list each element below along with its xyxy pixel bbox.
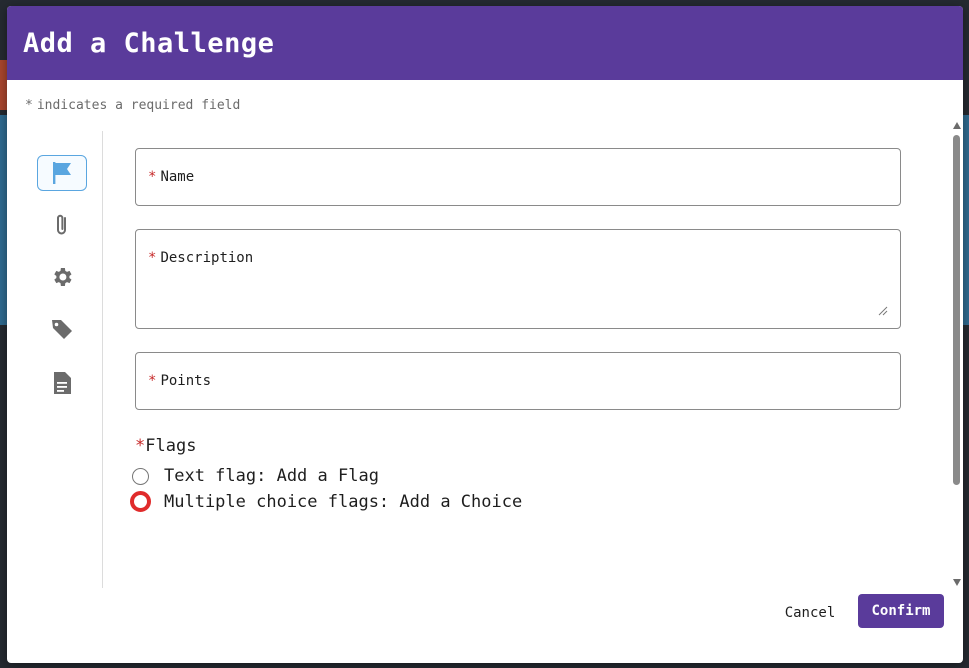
multiple-choice-flag-label: Multiple choice flags: Add a Choice	[164, 491, 523, 512]
dialog-header: Add a Challenge	[7, 6, 963, 80]
multiple-choice-flag-option[interactable]: Multiple choice flags: Add a Choice	[130, 491, 523, 512]
document-icon	[54, 372, 71, 394]
description-field[interactable]: * Description	[135, 229, 901, 329]
name-label: * Name	[148, 169, 195, 185]
flags-title: *Flags	[135, 436, 197, 456]
required-marker: *	[148, 373, 157, 389]
confirm-button[interactable]: Confirm	[858, 594, 944, 628]
points-label: * Points	[148, 373, 212, 389]
required-note-text: indicates a required field	[36, 98, 241, 113]
nav-item-details[interactable]	[37, 365, 87, 401]
gear-icon	[54, 268, 72, 286]
required-marker: *	[148, 169, 157, 185]
cancel-button[interactable]: Cancel	[777, 598, 843, 628]
scrollbar[interactable]	[951, 119, 963, 589]
flags-section: *Flags Text flag: Add a Flag Multiple ch…	[130, 436, 522, 512]
text-flag-option[interactable]: Text flag: Add a Flag	[132, 466, 379, 486]
flag-icon	[53, 162, 71, 184]
tag-icon	[52, 320, 72, 339]
multiple-choice-flag-radio[interactable]	[130, 491, 151, 512]
name-field[interactable]: * Name	[135, 148, 901, 206]
scrollbar-thumb[interactable]	[953, 135, 960, 485]
resize-handle-icon[interactable]	[878, 306, 888, 316]
add-challenge-dialog: Add a Challenge * indicates a required fi…	[7, 6, 963, 663]
required-field-note: * indicates a required field	[25, 98, 240, 113]
scroll-up-arrow-icon[interactable]	[953, 122, 961, 129]
text-flag-label: Text flag: Add a Flag	[164, 466, 379, 486]
scroll-down-arrow-icon[interactable]	[953, 579, 961, 586]
required-marker: *	[148, 250, 157, 266]
nav-item-settings[interactable]	[37, 259, 87, 295]
points-field[interactable]: * Points	[135, 352, 901, 410]
section-nav	[25, 131, 103, 588]
required-marker: *	[135, 436, 146, 456]
required-marker: *	[25, 98, 33, 113]
paperclip-icon	[57, 214, 66, 235]
nav-item-flags[interactable]	[37, 155, 87, 191]
description-label: * Description	[148, 250, 254, 266]
nav-item-tags[interactable]	[37, 311, 87, 347]
nav-item-attachments[interactable]	[37, 207, 87, 243]
dialog-title: Add a Challenge	[23, 27, 275, 59]
text-flag-radio[interactable]	[132, 467, 149, 485]
